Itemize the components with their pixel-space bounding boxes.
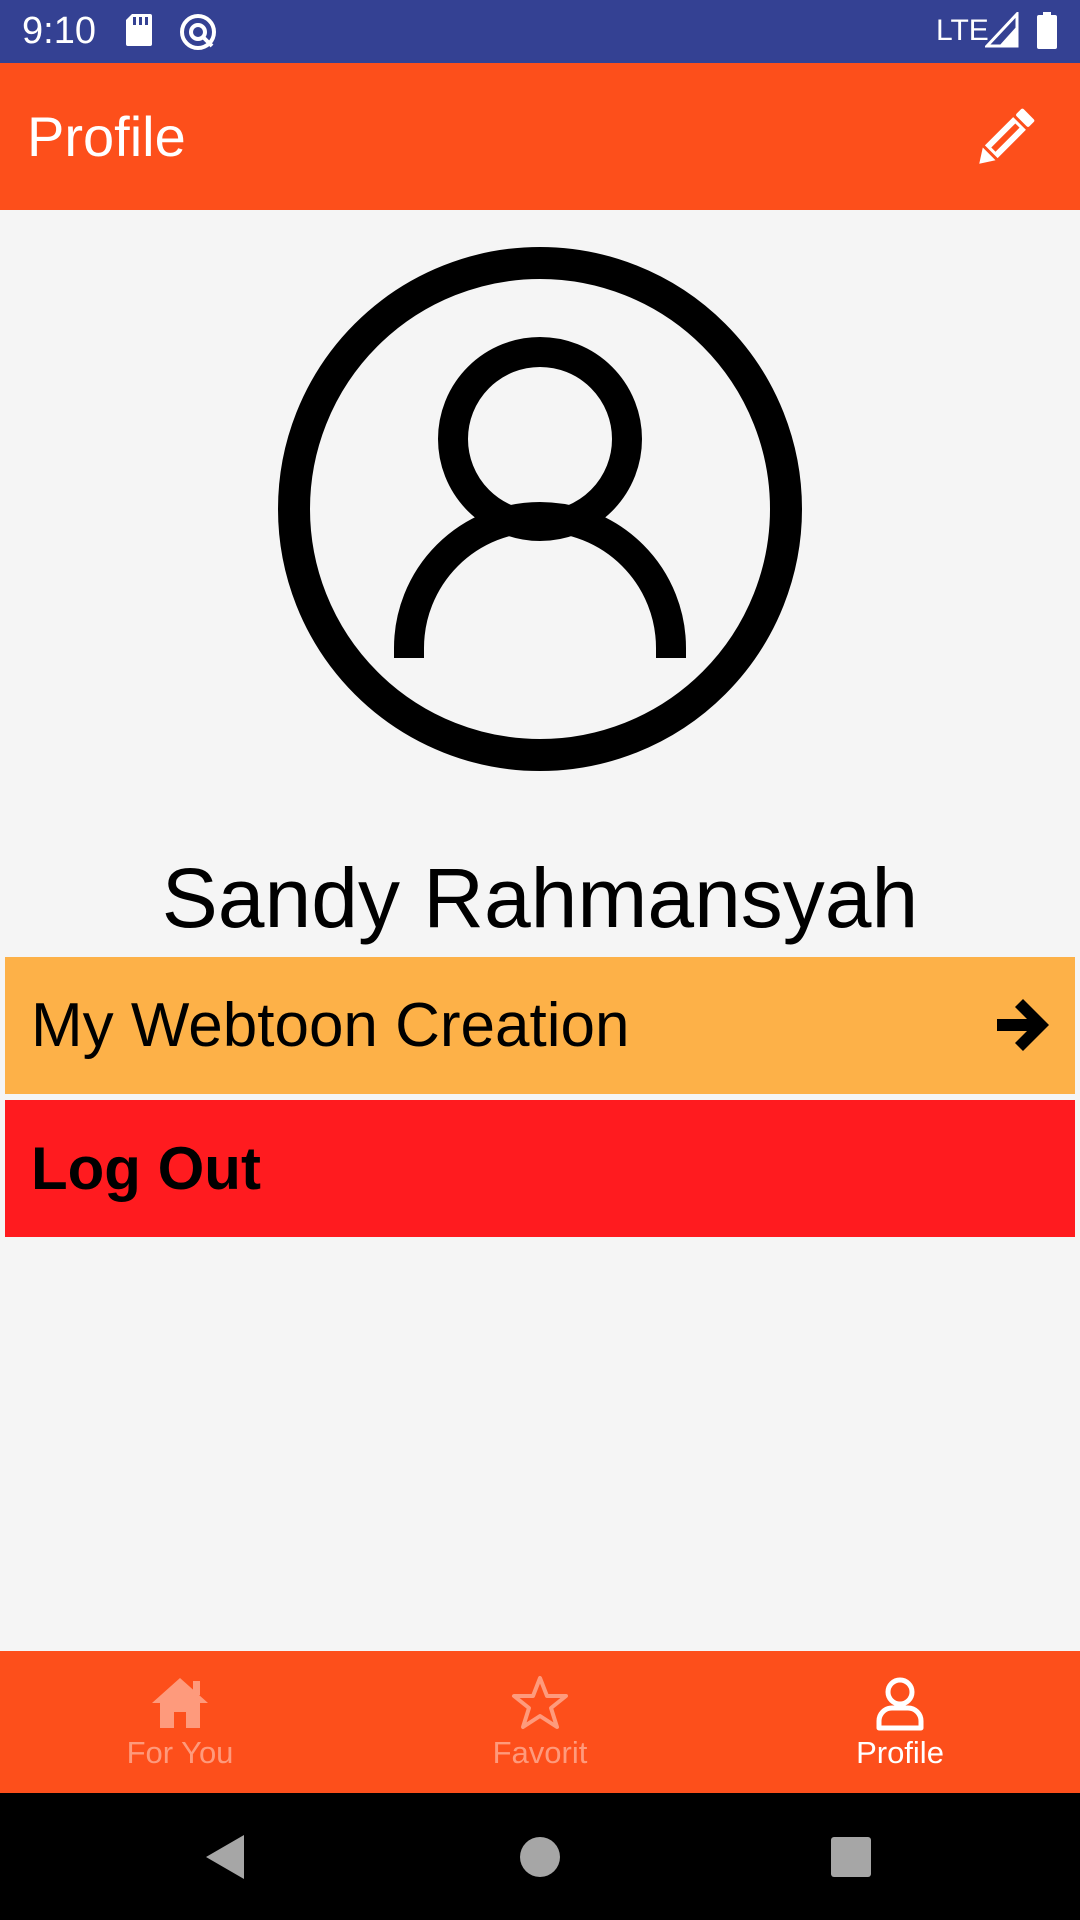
my-webtoon-creation-button[interactable]: My Webtoon Creation (5, 957, 1075, 1094)
sync-icon (180, 14, 216, 50)
profile-screen: 9:10 LTE Profile Sandy Rahmansyah My Web… (0, 0, 1080, 1920)
app-bar: Profile (0, 63, 1080, 210)
nav-label: Profile (856, 1735, 944, 1770)
user-name: Sandy Rahmansyah (161, 851, 919, 945)
bottom-navigation: For You Favorit Profile (0, 1651, 1080, 1793)
page-title: Profile (27, 105, 186, 168)
system-navigation-bar (0, 1793, 1080, 1920)
user-circle-icon (278, 247, 802, 771)
battery-icon (1037, 12, 1057, 49)
nav-label: For You (126, 1735, 234, 1770)
star-icon (512, 1676, 568, 1729)
nav-item-profile[interactable]: Profile (720, 1651, 1080, 1793)
home-icon (152, 1678, 208, 1728)
nav-item-favorit[interactable]: Favorit (360, 1651, 720, 1793)
signal-icon (985, 12, 1019, 48)
status-bar: 9:10 LTE (0, 0, 1080, 63)
status-time: 9:10 (22, 10, 96, 52)
creation-label: My Webtoon Creation (31, 990, 630, 1060)
pencil-icon (979, 108, 1035, 164)
nav-item-for-you[interactable]: For You (0, 1651, 360, 1793)
logout-button[interactable]: Log Out (5, 1100, 1075, 1237)
arrow-right-icon (997, 999, 1049, 1051)
edit-profile-button[interactable] (964, 99, 1044, 179)
home-circle-icon[interactable] (512, 1829, 568, 1885)
back-icon[interactable] (198, 1829, 254, 1885)
user-icon (876, 1677, 924, 1731)
nav-label: Favorit (492, 1735, 588, 1770)
network-type: LTE (936, 14, 989, 47)
logout-label: Log Out (31, 1134, 261, 1202)
sd-card-icon (126, 14, 152, 46)
recents-icon[interactable] (823, 1829, 879, 1885)
